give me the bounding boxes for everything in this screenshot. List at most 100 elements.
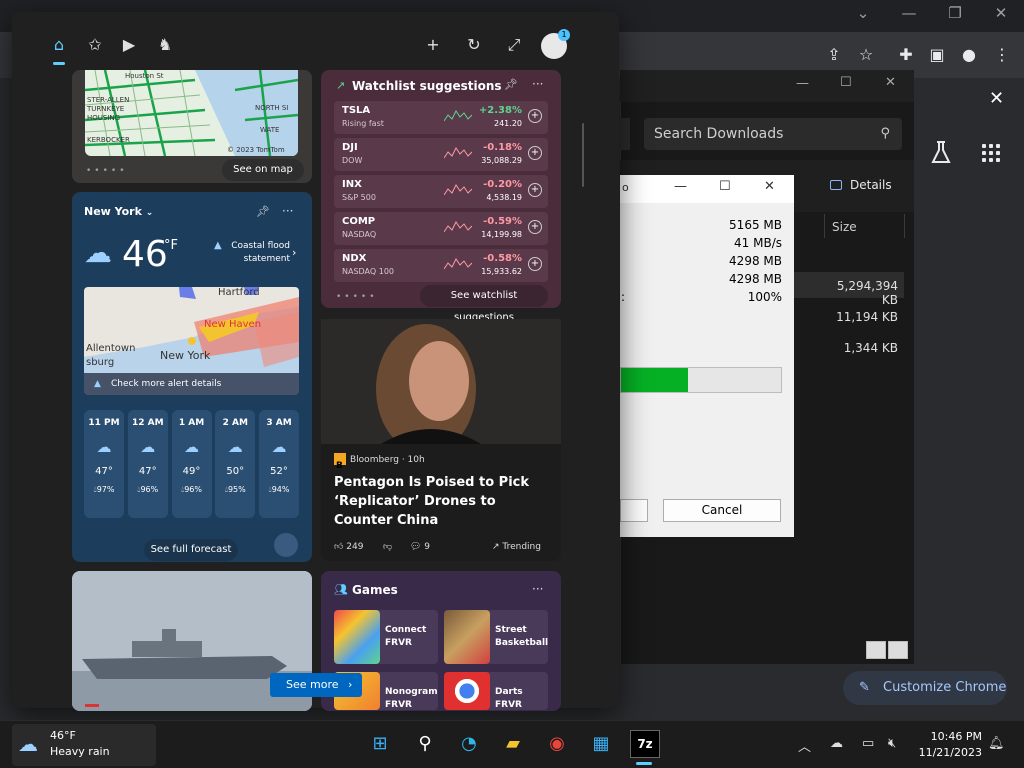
- add-to-watchlist-icon[interactable]: +: [528, 220, 542, 234]
- labs-flask-icon[interactable]: [930, 140, 952, 166]
- close-panel-icon[interactable]: ✕: [989, 88, 1004, 109]
- close-icon[interactable]: ✕: [764, 179, 775, 194]
- minimize-icon[interactable]: —: [674, 179, 687, 194]
- extensions-icon[interactable]: ✚: [895, 44, 917, 66]
- taskbar-clock[interactable]: 10:46 PM 11/21/2023: [918, 729, 982, 761]
- star-add-icon[interactable]: ✩: [84, 34, 106, 56]
- scrollbar[interactable]: [582, 123, 584, 187]
- 7zip-icon[interactable]: 7z: [630, 730, 660, 758]
- add-to-watchlist-icon[interactable]: +: [528, 109, 542, 123]
- ticker-change: -0.59%: [483, 216, 522, 227]
- news-headline[interactable]: Pentagon Is Poised to Pick ‘Replicator’ …: [334, 473, 544, 530]
- more-options-icon[interactable]: ···: [282, 204, 293, 218]
- news-image[interactable]: [321, 319, 561, 444]
- hourly-card[interactable]: 12 AM ☁ 47° 💧︎96%: [127, 410, 168, 518]
- add-to-watchlist-icon[interactable]: +: [528, 257, 542, 271]
- chevron-down-icon[interactable]: ⌄: [848, 4, 878, 22]
- volume-icon[interactable]: 🔇︎: [888, 736, 896, 751]
- column-separator[interactable]: [824, 214, 825, 238]
- see-full-forecast-button[interactable]: See full forecast: [144, 539, 238, 561]
- pin-icon[interactable]: 📌︎: [256, 205, 270, 218]
- notification-bell-icon[interactable]: 🔔︎: [988, 736, 1005, 751]
- see-on-map-button[interactable]: See on map: [222, 159, 304, 181]
- more-options-icon[interactable]: ···: [532, 582, 543, 596]
- details-button[interactable]: Details: [830, 178, 892, 192]
- store-icon[interactable]: ▦: [588, 730, 614, 758]
- home-icon[interactable]: ⌂: [48, 34, 70, 56]
- add-widget-icon[interactable]: +: [422, 34, 444, 56]
- hourly-card[interactable]: 3 AM ☁ 52° 💧︎94%: [259, 410, 299, 518]
- display-icon[interactable]: ▭: [862, 736, 874, 751]
- side-panel-icon[interactable]: ▣: [926, 44, 948, 66]
- edge-icon[interactable]: ◔: [456, 730, 482, 758]
- chrome-icon[interactable]: ◉: [544, 730, 570, 758]
- dislike-button[interactable]: 👎︎: [383, 542, 392, 552]
- refresh-icon[interactable]: ↻: [463, 34, 485, 56]
- add-to-watchlist-icon[interactable]: +: [528, 183, 542, 197]
- weather-alert[interactable]: Coastal flood statement: [212, 240, 290, 266]
- customize-chrome-button[interactable]: ✎ Customize Chrome: [843, 671, 1007, 705]
- file-explorer-icon[interactable]: ▰: [500, 730, 526, 758]
- ticker-symbol: DJI: [342, 142, 358, 153]
- game-tile[interactable]: Darts FRVR: [444, 672, 548, 710]
- avatar[interactable]: 1: [541, 29, 570, 59]
- minimize-icon[interactable]: —: [894, 4, 924, 22]
- chevron-up-icon[interactable]: ︿: [798, 736, 811, 755]
- add-to-watchlist-icon[interactable]: +: [528, 146, 542, 160]
- see-more-button[interactable]: See more ›: [270, 673, 362, 697]
- bookmark-star-icon[interactable]: ☆: [855, 44, 877, 66]
- weather-location[interactable]: New York ⌄: [84, 205, 153, 218]
- watchlist-row[interactable]: TSLA Rising fast +2.38% 241.20 +: [334, 101, 548, 134]
- background-button[interactable]: [620, 499, 648, 522]
- current-temperature: 46: [122, 234, 168, 275]
- video-icon[interactable]: ▶: [118, 34, 140, 56]
- size-column-header[interactable]: Size: [832, 220, 857, 234]
- close-icon[interactable]: ✕: [986, 4, 1016, 22]
- watchlist-row[interactable]: DJI DOW -0.18% 35,088.29 +: [334, 138, 548, 171]
- hour-label: 12 AM: [131, 418, 164, 428]
- restore-icon[interactable]: ❐: [940, 4, 970, 22]
- carousel-dots[interactable]: •••••: [336, 292, 378, 302]
- menu-icon[interactable]: ⋮: [991, 44, 1013, 66]
- game-tile[interactable]: Street Basketball: [444, 610, 548, 664]
- apps-grid-icon[interactable]: [982, 144, 1000, 162]
- chess-icon[interactable]: ♞: [154, 34, 176, 56]
- see-watchlist-button[interactable]: See watchlist suggestions: [420, 285, 548, 323]
- hourly-card[interactable]: 11 PM ☁ 47° 💧︎97%: [84, 410, 124, 518]
- game-tile[interactable]: Connect FRVR: [334, 610, 438, 664]
- weather-map-icon[interactable]: [274, 533, 298, 557]
- hourly-card[interactable]: 1 AM ☁ 49° 💧︎96%: [171, 410, 212, 518]
- cloud-off-icon[interactable]: ☁: [830, 736, 843, 751]
- watchlist-row[interactable]: INX S&P 500 -0.20% 4,538.19 +: [334, 175, 548, 208]
- share-icon[interactable]: ⇪: [823, 44, 845, 66]
- map-label: Houston St: [125, 72, 164, 80]
- maximize-icon[interactable]: ☐: [719, 179, 731, 194]
- search-icon[interactable]: ⚲: [412, 730, 438, 758]
- profile-icon[interactable]: ●: [958, 44, 980, 66]
- speed: 41 MB/s: [734, 236, 782, 250]
- chevron-right-icon[interactable]: ›: [292, 246, 296, 259]
- search-input[interactable]: Search Downloads ⚲: [644, 118, 902, 150]
- watchlist-row[interactable]: COMP NASDAQ -0.59% 14,199.98 +: [334, 212, 548, 245]
- comments-button[interactable]: 💬︎ 9: [410, 542, 430, 552]
- carousel-dots[interactable]: •••••: [86, 166, 128, 176]
- ticker-price: 14,199.98: [481, 230, 522, 239]
- close-icon[interactable]: ✕: [885, 75, 896, 90]
- pin-icon[interactable]: 📌︎: [504, 78, 518, 91]
- hourly-card[interactable]: 2 AM ☁ 50° 💧︎95%: [215, 410, 256, 518]
- address-bar[interactable]: [620, 118, 630, 150]
- more-options-icon[interactable]: ···: [532, 77, 543, 91]
- watchlist-row[interactable]: NDX NASDAQ 100 -0.58% 15,933.62 +: [334, 249, 548, 282]
- minimize-icon[interactable]: —: [796, 76, 809, 91]
- column-separator[interactable]: [904, 214, 905, 238]
- start-icon[interactable]: ⊞: [367, 730, 393, 758]
- cancel-button[interactable]: Cancel: [663, 499, 781, 522]
- details-view-button[interactable]: [866, 641, 886, 659]
- thumbnail-view-button[interactable]: [888, 641, 908, 659]
- like-button[interactable]: 👍︎ 249: [334, 542, 363, 552]
- maximize-icon[interactable]: ☐: [840, 75, 852, 90]
- expand-icon[interactable]: ⤢: [503, 34, 525, 56]
- traffic-map[interactable]: Houston St STER-ALLEN TURNKEYE HOUSING K…: [85, 70, 298, 156]
- check-alerts-link[interactable]: ▲ Check more alert details: [84, 373, 299, 395]
- ticker-subtitle: NASDAQ: [342, 230, 377, 239]
